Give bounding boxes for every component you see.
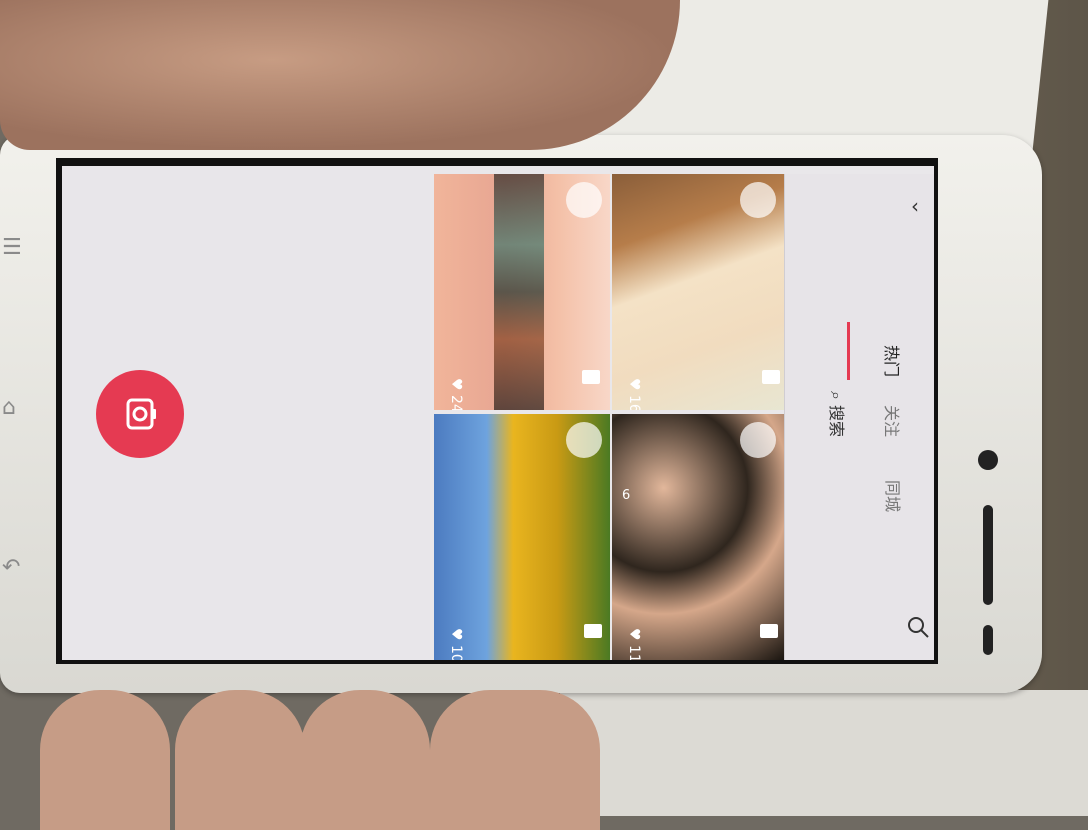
feed-card[interactable]: ♥ 24 [434,174,610,410]
paper-background-lower [560,690,1088,816]
front-camera [978,450,998,470]
back-key-icon[interactable]: ↶ [2,555,20,580]
tab-follow[interactable]: 关注 [881,405,905,437]
chevron-left-icon[interactable]: ‹ [911,194,919,218]
feed-grid: ♥ 24 ♥ 16 ♥ 10 6 ♥ 11 [432,174,784,660]
video-icon [762,370,780,384]
phone-screen: ♥ 24 ♥ 16 ♥ 10 6 ♥ 11 ‹ 热门 关注 同城 ⌕ 搜索 [56,158,938,664]
like-count-value: 11 [626,645,642,660]
avatar[interactable] [566,422,602,458]
active-tab-indicator [847,322,850,380]
blank-pane [62,166,430,660]
search-icon[interactable] [905,614,931,640]
camera-button[interactable] [96,370,184,458]
search-link[interactable]: ⌕ 搜索 [826,391,850,437]
video-icon [584,624,602,638]
like-count: ♥ 24 [448,378,464,410]
tab-nearby[interactable]: 同城 [882,480,906,512]
avatar[interactable] [740,182,776,218]
menu-key-icon[interactable]: ☰ [2,235,22,260]
proximity-sensor [983,625,993,655]
comment-count: 6 [622,488,631,503]
tab-hot[interactable]: 热门 [881,345,905,377]
app-window: ♥ 24 ♥ 16 ♥ 10 6 ♥ 11 ‹ 热门 关注 同城 ⌕ 搜索 [62,166,934,660]
finger [40,690,170,830]
thumb [0,0,680,150]
like-count: ♥ 11 [626,628,642,660]
finger [430,690,600,830]
search-link-label: 搜索 [827,405,847,438]
like-count-value: 24 [448,395,464,410]
avatar[interactable] [566,182,602,218]
avatar[interactable] [740,422,776,458]
earpiece-speaker [983,505,993,605]
finger [175,690,305,830]
feed-card[interactable]: 6 ♥ 11 [612,414,784,660]
like-count: ♥ 10 [448,628,464,660]
like-count-value: 10 [448,645,464,660]
side-navigation: ‹ 热门 关注 同城 ⌕ 搜索 [784,174,934,660]
finger [300,690,430,830]
feed-card[interactable]: ♥ 16 [612,174,784,410]
thumbnail-image [494,174,544,410]
feed-card[interactable]: ♥ 10 [434,414,610,660]
video-icon [582,370,600,384]
home-key-icon[interactable]: ⌂ [2,395,16,420]
camera-icon [126,398,156,430]
like-count: ♥ 16 [626,378,642,410]
like-count-value: 16 [626,395,642,410]
video-icon [760,624,778,638]
